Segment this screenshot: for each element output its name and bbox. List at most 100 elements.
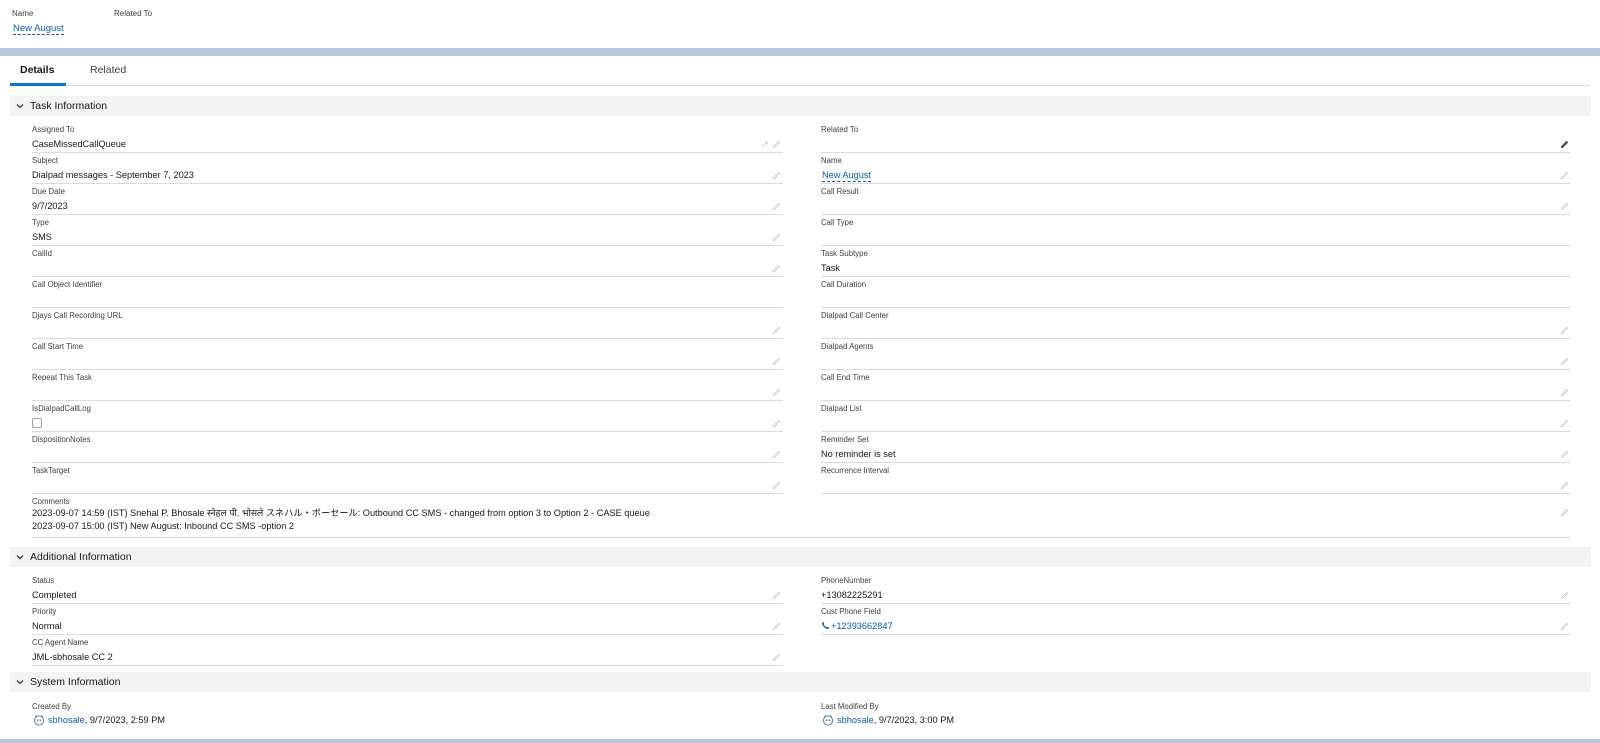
edit-pencil-icon[interactable] xyxy=(1560,171,1569,180)
last-modified-by-user-link[interactable]: sbhosale xyxy=(837,715,874,725)
edit-pencil-icon[interactable] xyxy=(1560,591,1569,600)
field-dialpad-agents: Dialpad Agents xyxy=(821,339,1571,370)
field-label: Last Modified By xyxy=(821,702,879,711)
created-by-date: , 9/7/2023, 2:59 PM xyxy=(84,715,165,725)
field-label: Recurrence Interval xyxy=(821,466,890,475)
last-modified-by-date: , 9/7/2023, 3:00 PM xyxy=(873,715,954,725)
edit-pencil-icon[interactable] xyxy=(1560,450,1569,459)
field-last-modified-by: Last Modified By sbhosale, 9/7/2023, 3:0… xyxy=(821,700,1571,726)
edit-pencil-icon[interactable] xyxy=(772,591,781,600)
edit-pencil-icon[interactable] xyxy=(772,450,781,459)
isdialpadcalllog-checkbox[interactable] xyxy=(32,418,42,428)
field-label: Created By xyxy=(32,702,72,711)
change-owner-icon[interactable] xyxy=(760,140,769,149)
field-created-by: Created By sbhosale, 9/7/2023, 2:59 PM xyxy=(32,700,783,726)
field-value: SMS xyxy=(32,232,52,242)
tab-related[interactable]: Related xyxy=(90,64,126,76)
edit-pencil-icon[interactable] xyxy=(1560,140,1569,149)
edit-pencil-icon[interactable] xyxy=(1560,481,1569,490)
edit-pencil-icon[interactable] xyxy=(772,233,781,242)
tab-details[interactable]: Details xyxy=(20,64,54,76)
field-call-end-time: Call End Time xyxy=(821,370,1571,401)
field-call-type: Call Type xyxy=(821,215,1571,246)
field-call-object-identifier: Call Object Identifier xyxy=(32,277,783,308)
section-task-information[interactable]: Task Information xyxy=(10,96,1591,116)
field-value: CaseMissedCallQueue xyxy=(32,139,126,149)
name-link[interactable]: New August xyxy=(822,170,872,182)
field-label: Dialpad Call Center xyxy=(821,311,889,320)
field-label: Call Result xyxy=(821,187,859,196)
field-value: Dialpad messages - September 7, 2023 xyxy=(32,170,194,180)
field-value: No reminder is set xyxy=(821,449,896,459)
field-status: Status Completed xyxy=(32,573,783,604)
edit-pencil-icon[interactable] xyxy=(1560,622,1569,631)
field-label: CC Agent Name xyxy=(32,638,89,647)
edit-pencil-icon[interactable] xyxy=(772,171,781,180)
comment-line-1: 2023-09-07 14:59 (IST) Snehal P. Bhosale… xyxy=(32,508,650,518)
header-name-link[interactable]: New August xyxy=(13,23,64,35)
edit-pencil-icon[interactable] xyxy=(772,653,781,662)
field-call-result: Call Result xyxy=(821,184,1571,215)
field-phone-number: PhoneNumber +13082225291 xyxy=(821,573,1571,604)
section-additional-information[interactable]: Additional Information xyxy=(10,547,1591,567)
edit-pencil-icon[interactable] xyxy=(1560,357,1569,366)
field-label: Due Date xyxy=(32,187,65,196)
field-djays-call-recording-url: Djays Call Recording URL xyxy=(32,308,783,339)
field-label: PhoneNumber xyxy=(821,576,872,585)
field-assigned-to: Assigned To CaseMissedCallQueue xyxy=(32,122,783,153)
section-title: Additional Information xyxy=(30,551,132,563)
field-label: Type xyxy=(32,218,49,227)
cust-phone-link[interactable]: +12393662847 xyxy=(821,621,893,631)
edit-pencil-icon[interactable] xyxy=(1560,326,1569,335)
field-reminder-set: Reminder Set No reminder is set xyxy=(821,432,1571,463)
field-label: TaskTarget xyxy=(32,466,70,475)
field-dialpad-call-center: Dialpad Call Center xyxy=(821,308,1571,339)
edit-pencil-icon[interactable] xyxy=(1560,508,1569,517)
edit-pencil-icon[interactable] xyxy=(772,622,781,631)
edit-pencil-icon[interactable] xyxy=(772,481,781,490)
edit-pencil-icon[interactable] xyxy=(772,264,781,273)
header-related-label: Related To xyxy=(114,9,153,18)
field-label: Task Subtype xyxy=(821,249,868,258)
field-label: Reminder Set xyxy=(821,435,869,444)
field-label: CallId xyxy=(32,249,52,258)
field-label: Priority xyxy=(32,607,57,616)
field-dialpad-list: Dialpad List xyxy=(821,401,1571,432)
section-system-information[interactable]: System Information xyxy=(10,672,1591,692)
edit-pencil-icon[interactable] xyxy=(772,357,781,366)
created-by-user-link[interactable]: sbhosale xyxy=(48,715,85,725)
edit-pencil-icon[interactable] xyxy=(1560,388,1569,397)
field-label: Call Object Identifier xyxy=(32,280,103,289)
field-label: Repeat This Task xyxy=(32,373,92,382)
edit-pencil-icon[interactable] xyxy=(772,202,781,211)
field-name: Name New August xyxy=(821,153,1571,184)
field-label: Assigned To xyxy=(32,125,75,134)
field-label: DispositionNotes xyxy=(32,435,91,444)
chevron-down-icon xyxy=(16,104,24,109)
phone-icon xyxy=(822,621,830,629)
chevron-down-icon xyxy=(16,555,24,560)
footer-band xyxy=(0,739,1600,743)
edit-pencil-icon[interactable] xyxy=(1560,202,1569,211)
tab-bar: Details Related xyxy=(10,56,1590,86)
edit-pencil-icon[interactable] xyxy=(772,326,781,335)
header-name-label: Name xyxy=(12,9,34,18)
field-recurrence-interval: Recurrence Interval xyxy=(821,463,1571,494)
active-tab-indicator xyxy=(10,83,66,86)
field-value: Task xyxy=(821,263,840,273)
field-value: 9/7/2023 xyxy=(32,201,68,211)
cust-phone-number: +12393662847 xyxy=(831,621,893,631)
edit-pencil-icon[interactable] xyxy=(1560,419,1569,428)
edit-pencil-icon[interactable] xyxy=(772,419,781,428)
field-isdialpadcalllog: IsDialpadCallLog xyxy=(32,401,783,432)
field-value: Completed xyxy=(32,590,77,600)
field-label: Call Type xyxy=(821,218,854,227)
created-by-value: sbhosale, 9/7/2023, 2:59 PM xyxy=(32,715,165,725)
field-call-duration: Call Duration xyxy=(821,277,1571,308)
field-label: Call Duration xyxy=(821,280,867,289)
edit-pencil-icon[interactable] xyxy=(772,388,781,397)
edit-pencil-icon[interactable] xyxy=(772,140,781,149)
record-header: Name Related To New August xyxy=(0,0,1600,48)
field-value: Normal xyxy=(32,621,62,631)
field-cc-agent-name: CC Agent Name JML-sbhosale CC 2 xyxy=(32,635,783,666)
